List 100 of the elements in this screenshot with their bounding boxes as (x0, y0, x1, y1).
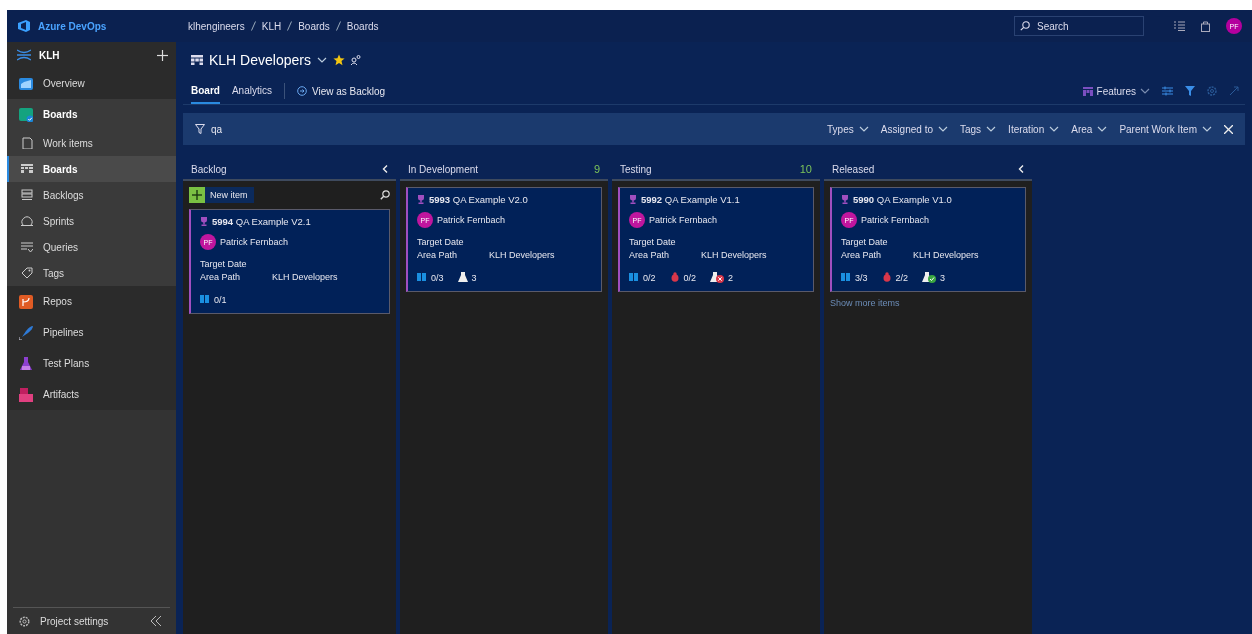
book-icon (417, 272, 427, 283)
backlog-icon (21, 189, 33, 201)
nav-item[interactable]: Boards (7, 99, 176, 130)
book-icon (629, 272, 639, 283)
close-icon[interactable] (1224, 124, 1233, 134)
field-value: KLH Developers (272, 271, 338, 284)
plus-icon (192, 190, 202, 200)
search-icon[interactable] (380, 190, 390, 200)
breadcrumb-link[interactable]: Boards (298, 20, 330, 32)
branch-icon (19, 294, 33, 309)
bug-icon (669, 272, 680, 283)
nav-item[interactable]: Repos (7, 286, 176, 317)
column-title: In Development (408, 163, 479, 175)
slash-icon (335, 21, 341, 31)
field-value: KLH Developers (701, 249, 767, 262)
nav-item[interactable]: Pipelines (7, 317, 176, 348)
arrow-circle-icon (296, 86, 307, 96)
book-icon (200, 294, 210, 305)
trophy-icon (629, 195, 637, 204)
board-icon (21, 163, 33, 175)
chevron-down-icon (1202, 125, 1212, 133)
star-icon[interactable] (332, 54, 345, 66)
nav-item[interactable]: Test Plans (7, 348, 176, 379)
tab[interactable]: Board (191, 78, 220, 104)
assignee-name: Patrick Fernbach (437, 215, 506, 225)
filter-outline-icon (195, 124, 205, 134)
work-item-title[interactable]: 5993 QA Example V2.0 (429, 194, 528, 205)
filter-keyword[interactable]: qa (211, 123, 223, 135)
project-settings-link[interactable]: Project settings (40, 615, 109, 627)
chart-icon (19, 76, 33, 91)
collapse-icon[interactable] (382, 165, 388, 173)
view-as-backlog-link[interactable]: View as Backlog (296, 85, 386, 97)
chevron-down-icon[interactable] (316, 56, 327, 64)
board-icon (1082, 86, 1093, 96)
field-label: Target Date (200, 258, 248, 271)
list-icon[interactable] (1174, 21, 1185, 31)
book-icon (841, 272, 851, 283)
breadcrumb-link[interactable]: klhengineers (188, 20, 245, 32)
filter-dropdown[interactable]: Iteration (1008, 123, 1060, 135)
tab[interactable]: Analytics (231, 78, 272, 104)
add-icon[interactable] (157, 49, 168, 61)
work-item-title[interactable]: 5994 QA Example V2.1 (212, 216, 311, 227)
nav-item[interactable]: Overview (7, 68, 176, 99)
sprint-icon (21, 215, 33, 227)
filter-dropdown[interactable]: Area (1071, 123, 1108, 135)
search-field[interactable]: Search (1014, 16, 1144, 36)
item-count: 9 (593, 163, 600, 175)
new-item-button[interactable]: New item (189, 187, 254, 203)
nav-subitem[interactable]: Work items (7, 130, 176, 156)
chevron-down-icon (1140, 87, 1150, 95)
slash-icon (287, 21, 293, 31)
work-item-title[interactable]: 5992 QA Example V1.1 (641, 194, 740, 205)
filter-dropdown[interactable]: Tags (960, 123, 997, 135)
product-name[interactable]: Azure DevOps (38, 20, 107, 32)
chevron-down-icon (1049, 125, 1060, 133)
nav-subitem[interactable]: Sprints (7, 208, 176, 234)
item-count: 10 (799, 163, 812, 175)
trophy-icon (841, 195, 849, 204)
show-more-link[interactable]: Show more items (830, 298, 1026, 308)
trophy-icon (200, 217, 208, 226)
project-name[interactable]: KLH (39, 49, 60, 61)
bug-icon (881, 272, 892, 283)
chevron-down-icon (858, 125, 869, 133)
field-label: Target Date (417, 236, 465, 249)
filter-dropdown[interactable]: Types (827, 123, 869, 135)
package-icon (19, 387, 33, 402)
filter-icon[interactable] (1185, 86, 1195, 96)
field-label: Target Date (841, 236, 889, 249)
breadcrumb-link[interactable]: Boards (346, 20, 379, 32)
nav-subitem[interactable]: Boards (7, 156, 176, 182)
backlog-level-picker[interactable]: Features (1082, 85, 1150, 97)
nav-subitem[interactable]: Tags (7, 260, 176, 286)
team-members-icon[interactable] (350, 55, 361, 65)
query-icon (21, 241, 33, 253)
sliders-icon[interactable] (1162, 86, 1173, 96)
nav-subitem[interactable]: Backlogs (7, 182, 176, 208)
column-title: Testing (620, 163, 652, 175)
badge-count: 0/2 (643, 272, 656, 283)
flask-icon (19, 356, 33, 371)
assignee-name: Patrick Fernbach (649, 215, 718, 225)
field-value: KLH Developers (913, 249, 979, 262)
nav-item[interactable]: Artifacts (7, 379, 176, 410)
collapse-icon[interactable] (150, 616, 162, 626)
field-label: Area Path (629, 249, 671, 262)
filter-dropdown[interactable]: Assigned to (880, 123, 948, 135)
collapse-icon[interactable] (1018, 165, 1024, 173)
work-item-title[interactable]: 5990 QA Example V1.0 (853, 194, 952, 205)
chevron-down-icon (1097, 125, 1108, 133)
clipboard-icon (21, 137, 33, 149)
field-label: Area Path (417, 249, 459, 262)
badge-count: 2 (728, 272, 734, 283)
breadcrumb-link[interactable]: KLH (261, 20, 282, 32)
nav-subitem[interactable]: Queries (7, 234, 176, 260)
shopping-bag-icon[interactable] (1201, 20, 1210, 32)
slash-icon (250, 21, 256, 31)
trophy-icon (417, 195, 425, 204)
team-name[interactable]: KLH Developers (209, 52, 311, 68)
flask-check-icon (922, 272, 937, 283)
chevron-down-icon (986, 125, 997, 133)
filter-dropdown[interactable]: Parent Work Item (1119, 123, 1212, 135)
